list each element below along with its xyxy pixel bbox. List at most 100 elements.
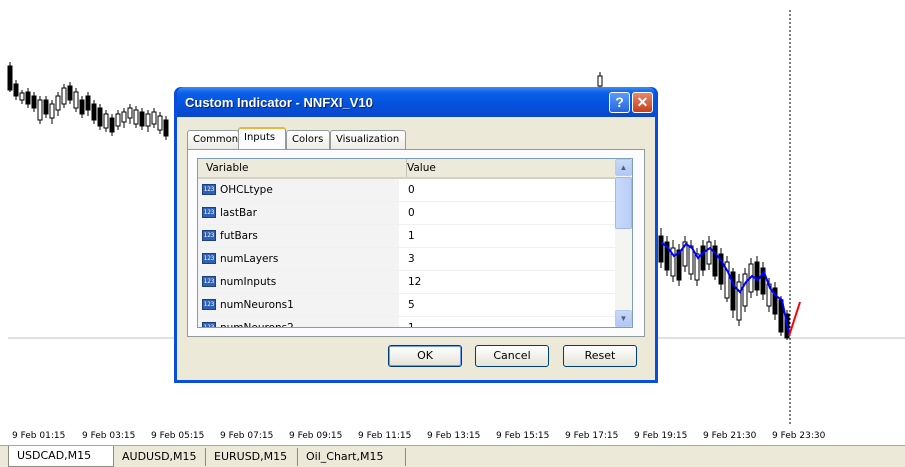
table-row[interactable]: 123 futBars 1 (198, 225, 616, 248)
time-tick-label: 9 Feb 15:15 (496, 431, 550, 441)
candle-body (91, 103, 97, 121)
scrollbar-thumb[interactable] (615, 177, 632, 229)
table-row[interactable]: 123 numInputs 12 (198, 271, 616, 294)
time-tick-label: 9 Feb 11:15 (358, 431, 412, 441)
candle-body (55, 95, 61, 111)
value-cell[interactable]: 0 (400, 202, 614, 224)
candle-body (109, 117, 115, 133)
variable-cell: 123 OHCLtype (198, 179, 399, 201)
time-tick-label: 9 Feb 09:15 (289, 431, 343, 441)
chart-tab-audusd[interactable]: AUDUSD,M15 (114, 448, 206, 466)
column-header-value[interactable]: Value (399, 159, 617, 177)
candle-body (736, 281, 742, 321)
candle-body (115, 113, 121, 127)
time-tick-label: 9 Feb 01:15 (12, 431, 66, 441)
variable-name: futBars (220, 230, 258, 242)
value-cell[interactable]: 3 (400, 248, 614, 270)
chart-tab-bar: USDCAD,M15 AUDUSD,M15 EURUSD,M15 Oil_Cha… (0, 445, 905, 467)
integer-type-icon: 123 (202, 230, 216, 241)
candle-body (7, 65, 13, 91)
chart-tab-usdcad[interactable]: USDCAD,M15 (8, 446, 114, 467)
candle-body (97, 107, 103, 127)
dialog-tab-strip: Common Inputs Colors Visualization (187, 127, 647, 149)
candle-body (19, 92, 25, 101)
dialog-body: Common Inputs Colors Visualization Varia… (177, 117, 655, 380)
time-tick-label: 9 Feb 03:15 (82, 431, 136, 441)
candle-body (121, 111, 127, 123)
candle-body (73, 91, 79, 109)
candle-body (79, 99, 85, 115)
candle-body (157, 115, 163, 131)
table-row[interactable]: 123 numNeurons2 1 (198, 317, 616, 328)
reset-button[interactable]: Reset (563, 345, 637, 367)
candle-body (133, 109, 139, 125)
close-button[interactable]: ✕ (632, 92, 653, 113)
value-cell[interactable]: 12 (400, 271, 614, 293)
column-header-variable[interactable]: Variable (198, 159, 407, 177)
candle-body (730, 271, 736, 311)
integer-type-icon: 123 (202, 253, 216, 264)
scroll-up-arrow-icon[interactable]: ▲ (615, 159, 632, 176)
tab-inputs[interactable]: Inputs (238, 127, 286, 149)
value-cell[interactable]: 0 (400, 179, 614, 201)
table-row[interactable]: 123 OHCLtype 0 (198, 179, 616, 202)
candle-body (754, 261, 760, 291)
tab-visualization[interactable]: Visualization (330, 130, 406, 149)
integer-type-icon: 123 (202, 184, 216, 195)
candle-body (742, 273, 748, 307)
candle-body (706, 241, 712, 265)
candle-body (127, 107, 133, 119)
candle-body (13, 83, 19, 97)
scroll-down-arrow-icon[interactable]: ▼ (615, 310, 632, 327)
candle-body (49, 103, 55, 119)
variable-cell: 123 numInputs (198, 271, 399, 293)
table-row[interactable]: 123 lastBar 0 (198, 202, 616, 225)
candle-body (163, 119, 169, 137)
custom-indicator-dialog: Custom Indicator - NNFXI_V10 ? ✕ Common … (174, 87, 658, 383)
variable-name: lastBar (220, 207, 257, 219)
candle-body (67, 85, 73, 101)
chart-tab-eurusd[interactable]: EURUSD,M15 (206, 448, 298, 466)
vertical-scrollbar[interactable]: ▲ ▼ (615, 159, 632, 327)
variable-cell: 123 numNeurons1 (198, 294, 399, 316)
cancel-button[interactable]: Cancel (475, 345, 549, 367)
variable-name: OHCLtype (220, 184, 273, 196)
time-tick-label: 9 Feb 07:15 (220, 431, 274, 441)
variable-name: numNeurons2 (220, 322, 294, 328)
value-cell[interactable]: 1 (400, 317, 614, 327)
variable-cell: 123 numNeurons2 (198, 317, 399, 328)
integer-type-icon: 123 (202, 276, 216, 287)
inputs-grid: Variable Value 123 OHCLtype 0 123 lastBa… (197, 158, 633, 328)
help-button[interactable]: ? (609, 92, 630, 113)
dialog-titlebar[interactable]: Custom Indicator - NNFXI_V10 ? ✕ (177, 87, 655, 117)
candle-body (145, 113, 151, 127)
integer-type-icon: 123 (202, 207, 216, 218)
chart-tab-oil-chart[interactable]: Oil_Chart,M15 (298, 448, 406, 466)
candle-body (151, 111, 157, 125)
variable-name: numInputs (220, 276, 277, 288)
time-tick-label: 9 Feb 13:15 (427, 431, 481, 441)
value-cell[interactable]: 5 (400, 294, 614, 316)
time-tick-label: 9 Feb 19:15 (634, 431, 688, 441)
table-row[interactable]: 123 numLayers 3 (198, 248, 616, 271)
time-tick-label: 9 Feb 23:30 (772, 431, 826, 441)
tab-colors[interactable]: Colors (286, 130, 330, 149)
candle-body (700, 245, 706, 271)
tab-common[interactable]: Common (187, 130, 239, 149)
candle-body (43, 99, 49, 115)
candle-body (658, 235, 664, 263)
candle-body (25, 91, 31, 105)
variable-cell: 123 futBars (198, 225, 399, 247)
value-cell[interactable]: 1 (400, 225, 614, 247)
time-tick-label: 9 Feb 21:30 (703, 431, 757, 441)
table-row[interactable]: 123 numNeurons1 5 (198, 294, 616, 317)
candle-body (597, 75, 603, 87)
candle-body (31, 95, 37, 109)
grid-header: Variable Value (198, 159, 616, 179)
variable-name: numLayers (220, 253, 279, 265)
candle-body (37, 99, 43, 121)
candle-body (85, 95, 91, 111)
dialog-title: Custom Indicator - NNFXI_V10 (185, 95, 373, 110)
variable-name: numNeurons1 (220, 299, 294, 311)
ok-button[interactable]: OK (388, 345, 462, 367)
